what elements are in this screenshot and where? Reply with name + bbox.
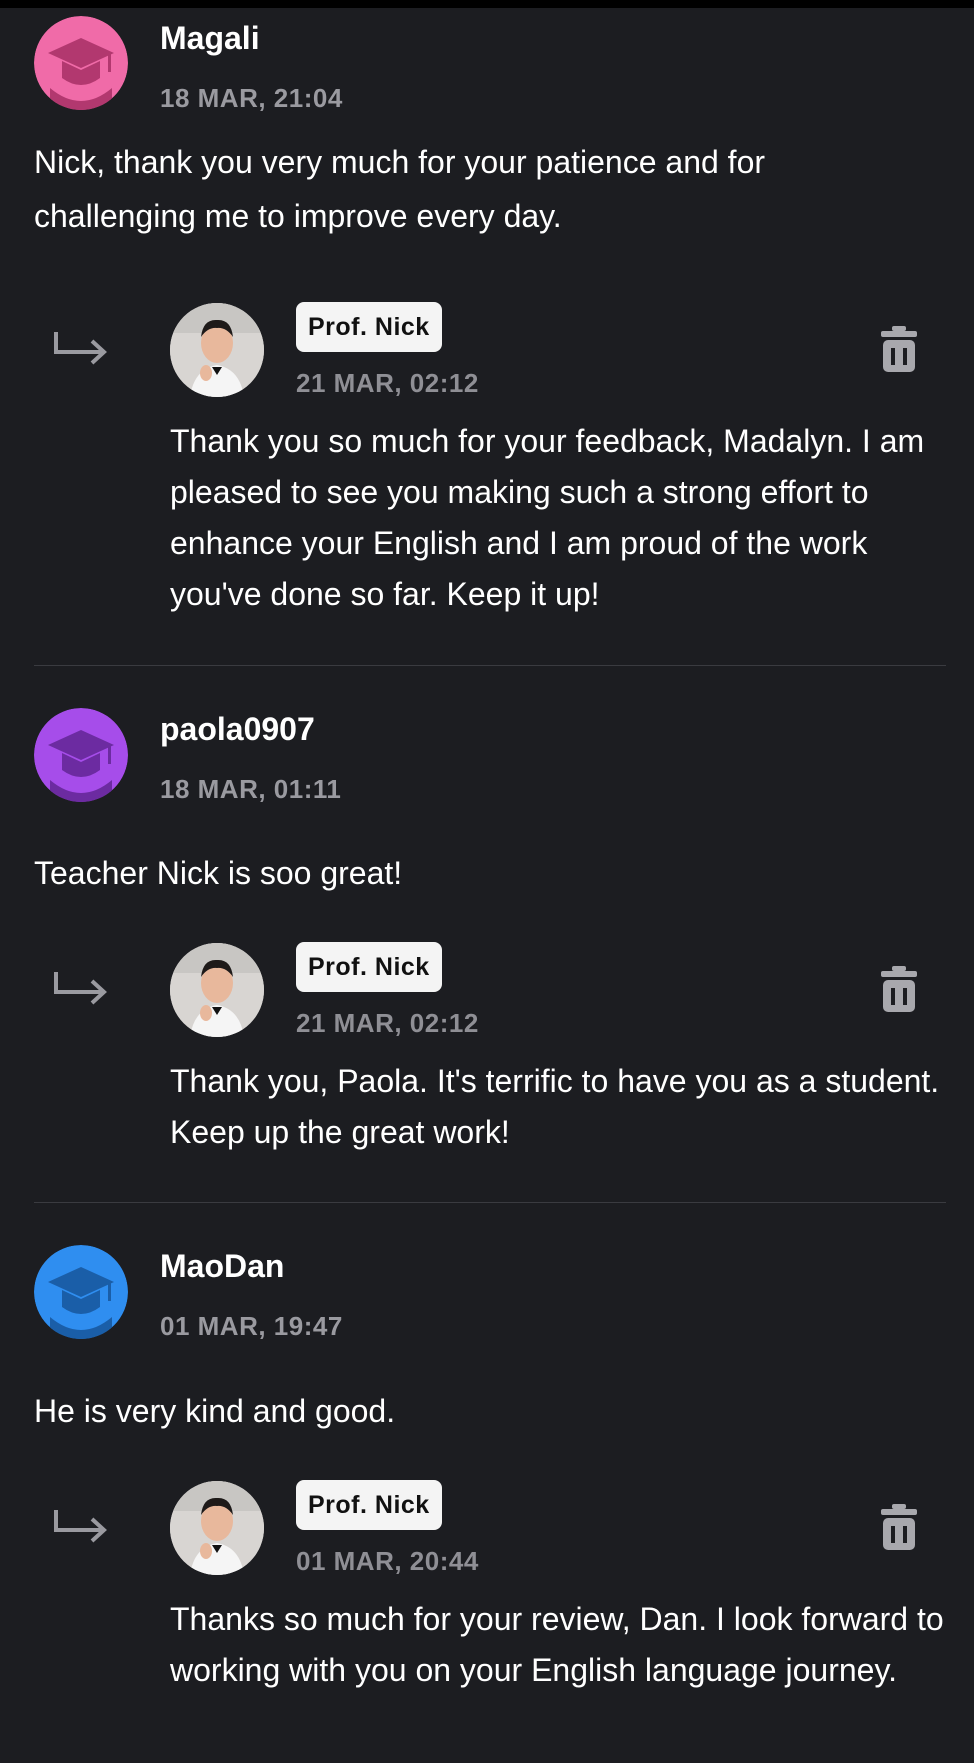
graduation-cap-icon [34, 16, 128, 110]
reply-arrow-icon [54, 1510, 107, 1543]
reply-text: Thanks so much for your review, Dan. I l… [170, 1601, 944, 1688]
teacher-badge: Prof. Nick [296, 302, 442, 352]
avatar-magali [34, 16, 128, 110]
teacher-avatar [170, 303, 264, 397]
review-comment: He is very kind and good. [34, 1393, 396, 1429]
reply-arrow-icon [54, 972, 107, 1005]
reply-date: 21 MAR, 02:12 [296, 368, 479, 398]
graduation-cap-icon [34, 1245, 128, 1339]
review-date: 18 MAR, 01:11 [160, 774, 342, 804]
status-bar-edge [0, 0, 974, 8]
review-author: paola0907 [160, 711, 315, 747]
reply-arrow-icon [54, 332, 107, 365]
teacher-badge: Prof. Nick [296, 1480, 442, 1530]
reply-date: 01 MAR, 20:44 [296, 1546, 479, 1576]
review-comment: Nick, thank you very much for your patie… [34, 144, 766, 234]
teacher-badge: Prof. Nick [296, 942, 442, 992]
teacher-avatar [170, 943, 264, 1037]
divider [34, 1202, 946, 1203]
avatar-paola0907 [34, 708, 128, 802]
reply-text: Thank you, Paola. It's terrific to have … [170, 1063, 940, 1150]
divider [34, 665, 946, 666]
reply-date: 21 MAR, 02:12 [296, 1008, 479, 1038]
review-author: Magali [160, 20, 260, 56]
trash-icon[interactable] [879, 1504, 919, 1552]
trash-icon[interactable] [879, 326, 919, 374]
graduation-cap-icon [34, 708, 128, 802]
review-author: MaoDan [160, 1248, 285, 1284]
avatar-maodan [34, 1245, 128, 1339]
teacher-avatar [170, 1481, 264, 1575]
review-date: 18 MAR, 21:04 [160, 83, 343, 113]
trash-icon[interactable] [879, 966, 919, 1014]
reply-text: Thank you so much for your feedback, Mad… [170, 423, 925, 612]
review-date: 01 MAR, 19:47 [160, 1311, 343, 1341]
review-comment: Teacher Nick is soo great! [34, 855, 403, 891]
